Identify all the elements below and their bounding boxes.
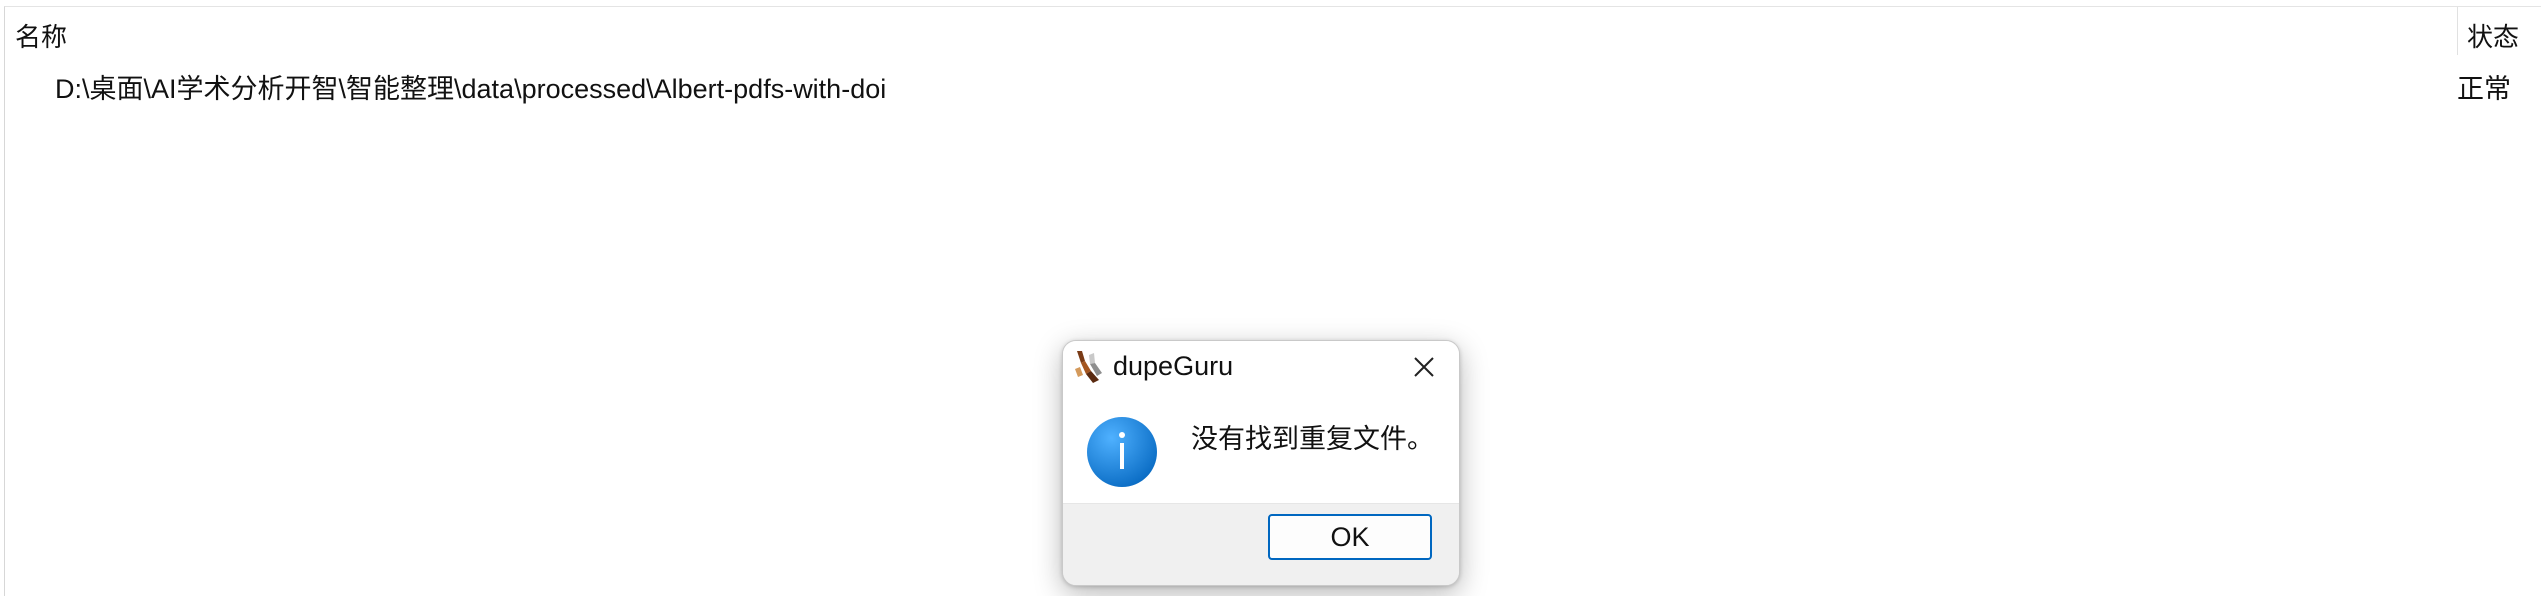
info-icon: [1087, 417, 1157, 487]
close-button[interactable]: [1389, 341, 1459, 393]
column-separator[interactable]: [2457, 7, 2458, 55]
dialog-message: 没有找到重复文件。: [1191, 424, 1434, 455]
folder-status[interactable]: 正常: [2457, 67, 2511, 106]
folder-path: D:\桌面\AI学术分析开智\智能整理\data\processed\Alber…: [55, 74, 887, 104]
folder-row[interactable]: D:\桌面\AI学术分析开智\智能整理\data\processed\Alber…: [5, 61, 2541, 105]
ok-button[interactable]: OK: [1268, 514, 1432, 560]
dialog-body: 没有找到重复文件。: [1063, 393, 1459, 503]
column-header-name[interactable]: 名称: [15, 17, 67, 54]
dialog-titlebar[interactable]: dupeGuru: [1063, 341, 1459, 393]
dialog-footer: OK: [1063, 503, 1459, 585]
column-header-status[interactable]: 状态: [2467, 17, 2519, 54]
dialog-title: dupeGuru: [1113, 351, 1234, 381]
dupeguru-main-window: ‾‾‾ 名称 状态 D:\桌面\AI学术分析开智\智能整理\data\proce…: [0, 0, 2541, 596]
close-icon: [1414, 357, 1434, 377]
message-dialog: dupeGuru 没有找到重复文件。 OK: [1062, 340, 1460, 586]
list-header: 名称 状态: [5, 7, 2541, 55]
dupeguru-app-icon: [1075, 351, 1102, 383]
